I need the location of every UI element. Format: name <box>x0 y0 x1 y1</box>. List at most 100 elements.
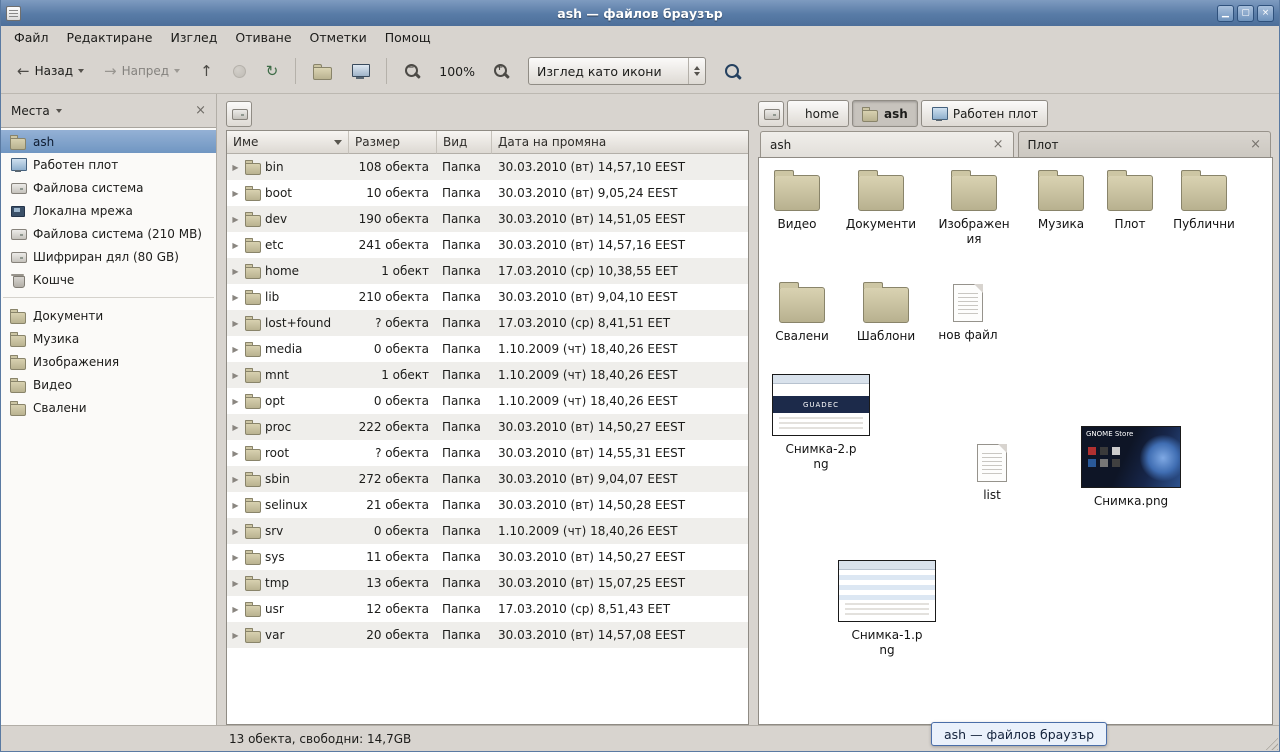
column-header-date[interactable]: Дата на промяна <box>492 131 748 154</box>
zoom-in-button[interactable]: + <box>485 56 518 86</box>
stop-button[interactable] <box>225 56 254 86</box>
sidebar-item[interactable]: Документи <box>1 304 216 327</box>
expander-icon[interactable]: ▶ <box>230 527 241 536</box>
column-header-name[interactable]: Име <box>227 131 349 154</box>
location-toggle-button[interactable] <box>226 101 252 127</box>
tab[interactable]: ash × <box>760 131 1014 157</box>
table-row[interactable]: ▶ bin 108 обекта Папка 30.03.2010 (вт) 1… <box>227 154 748 180</box>
expander-icon[interactable]: ▶ <box>230 241 241 250</box>
sidebar-item[interactable]: Кошче <box>1 268 216 291</box>
sidebar-item[interactable]: Шифриран дял (80 GB) <box>1 245 216 268</box>
expander-icon[interactable]: ▶ <box>230 293 241 302</box>
view-mode-select[interactable]: Изглед като икони <box>528 57 706 85</box>
path-button[interactable]: home <box>787 100 849 127</box>
table-row[interactable]: ▶ srv 0 обекта Папка 1.10.2009 (чт) 18,4… <box>227 518 748 544</box>
expander-icon[interactable]: ▶ <box>230 163 241 172</box>
list-item[interactable]: Изображения <box>937 168 1011 247</box>
expander-icon[interactable]: ▶ <box>230 189 241 198</box>
sidebar-item[interactable]: Работен плот <box>1 153 216 176</box>
sidebar-item[interactable]: ash <box>1 130 216 153</box>
table-row[interactable]: ▶ root ? обекта Папка 30.03.2010 (вт) 14… <box>227 440 748 466</box>
table-row[interactable]: ▶ proc 222 обекта Папка 30.03.2010 (вт) … <box>227 414 748 440</box>
list-item[interactable]: Снимка-1.png <box>833 560 941 658</box>
sidebar-item[interactable]: Локална мрежа <box>1 199 216 222</box>
forward-button[interactable]: → Напред <box>96 56 188 86</box>
expander-icon[interactable]: ▶ <box>230 423 241 432</box>
column-header-type[interactable]: Вид <box>437 131 492 154</box>
expander-icon[interactable]: ▶ <box>230 501 241 510</box>
column-header-size[interactable]: Размер <box>349 131 437 154</box>
search-button[interactable] <box>716 56 749 86</box>
table-row[interactable]: ▶ lost+found ? обекта Папка 17.03.2010 (… <box>227 310 748 336</box>
table-row[interactable]: ▶ sbin 272 обекта Папка 30.03.2010 (вт) … <box>227 466 748 492</box>
zoom-out-button[interactable]: − <box>396 56 429 86</box>
sidebar-item[interactable]: Видео <box>1 373 216 396</box>
list-item[interactable]: GNOME Store GNOME Store Снимка.png <box>1075 426 1187 509</box>
list-item[interactable]: Публични <box>1167 168 1241 232</box>
sidebar-item[interactable]: Изображения <box>1 350 216 373</box>
sidebar-item[interactable]: Файлова система (210 MB) <box>1 222 216 245</box>
tab-close-icon[interactable]: × <box>993 137 1004 152</box>
expander-icon[interactable]: ▶ <box>230 631 241 640</box>
menu-item[interactable]: Отметки <box>301 26 376 49</box>
places-close-icon[interactable]: × <box>195 103 206 118</box>
path-button[interactable]: ash <box>852 100 918 127</box>
sidebar-item[interactable]: Музика <box>1 327 216 350</box>
table-row[interactable]: ▶ mnt 1 обект Папка 1.10.2009 (чт) 18,40… <box>227 362 748 388</box>
table-row[interactable]: ▶ selinux 21 обекта Папка 30.03.2010 (вт… <box>227 492 748 518</box>
table-row[interactable]: ▶ var 20 обекта Папка 30.03.2010 (вт) 14… <box>227 622 748 648</box>
list-item[interactable]: Видео <box>763 168 831 232</box>
menu-item[interactable]: Редактиране <box>58 26 162 49</box>
list-item[interactable]: Плот <box>1101 168 1159 232</box>
expander-icon[interactable]: ▶ <box>230 397 241 406</box>
table-row[interactable]: ▶ opt 0 обекта Папка 1.10.2009 (чт) 18,4… <box>227 388 748 414</box>
expander-icon[interactable]: ▶ <box>230 371 241 380</box>
menu-item[interactable]: Изглед <box>162 26 227 49</box>
home-button[interactable] <box>305 56 339 86</box>
table-row[interactable]: ▶ tmp 13 обекта Папка 30.03.2010 (вт) 15… <box>227 570 748 596</box>
menu-item[interactable]: Помощ <box>376 26 440 49</box>
places-selector-chevron-icon[interactable] <box>56 109 62 113</box>
expander-icon[interactable]: ▶ <box>230 319 241 328</box>
list-item[interactable]: Документи <box>843 168 919 232</box>
table-row[interactable]: ▶ lib 210 обекта Папка 30.03.2010 (вт) 9… <box>227 284 748 310</box>
expander-icon[interactable]: ▶ <box>230 345 241 354</box>
view-mode-spinner[interactable] <box>688 58 705 84</box>
list-item[interactable]: list <box>959 440 1025 503</box>
tab-close-icon[interactable]: × <box>1250 137 1261 152</box>
reload-button[interactable]: ↻ <box>258 56 287 86</box>
path-button[interactable]: Работен плот <box>921 100 1048 127</box>
list-item[interactable]: нов файл <box>935 280 1001 343</box>
expander-icon[interactable]: ▶ <box>230 605 241 614</box>
table-row[interactable]: ▶ dev 190 обекта Папка 30.03.2010 (вт) 1… <box>227 206 748 232</box>
expander-icon[interactable]: ▶ <box>230 475 241 484</box>
table-row[interactable]: ▶ sys 11 обекта Папка 30.03.2010 (вт) 14… <box>227 544 748 570</box>
up-button[interactable]: ↑ <box>192 56 221 86</box>
back-history-chevron-icon[interactable] <box>78 69 84 73</box>
list-item[interactable]: GUADEC GUADEC Снимка-2.png <box>767 374 875 472</box>
table-row[interactable]: ▶ home 1 обект Папка 17.03.2010 (ср) 10,… <box>227 258 748 284</box>
sidebar-item[interactable]: Свалени <box>1 396 216 419</box>
expander-icon[interactable]: ▶ <box>230 449 241 458</box>
expander-icon[interactable]: ▶ <box>230 579 241 588</box>
table-row[interactable]: ▶ usr 12 обекта Папка 17.03.2010 (ср) 8,… <box>227 596 748 622</box>
path-root-button[interactable] <box>758 101 784 127</box>
table-row[interactable]: ▶ media 0 обекта Папка 1.10.2009 (чт) 18… <box>227 336 748 362</box>
list-item[interactable]: Шаблони <box>853 280 919 344</box>
expander-icon[interactable]: ▶ <box>230 267 241 276</box>
sidebar-item[interactable]: Файлова система <box>1 176 216 199</box>
minimize-button[interactable]: ▁ <box>1217 5 1234 22</box>
tab[interactable]: Плот × <box>1018 131 1272 157</box>
maximize-button[interactable]: ▢ <box>1237 5 1254 22</box>
list-item[interactable]: Музика <box>1029 168 1093 232</box>
list-item[interactable]: Свалени <box>769 280 835 344</box>
close-button[interactable]: × <box>1257 5 1274 22</box>
resize-grip[interactable] <box>1264 736 1278 750</box>
menu-item[interactable]: Отиване <box>226 26 300 49</box>
back-button[interactable]: ← Назад <box>9 56 92 86</box>
expander-icon[interactable]: ▶ <box>230 553 241 562</box>
expander-icon[interactable]: ▶ <box>230 215 241 224</box>
table-row[interactable]: ▶ etc 241 обекта Папка 30.03.2010 (вт) 1… <box>227 232 748 258</box>
menu-item[interactable]: Файл <box>5 26 58 49</box>
computer-button[interactable] <box>343 56 377 86</box>
